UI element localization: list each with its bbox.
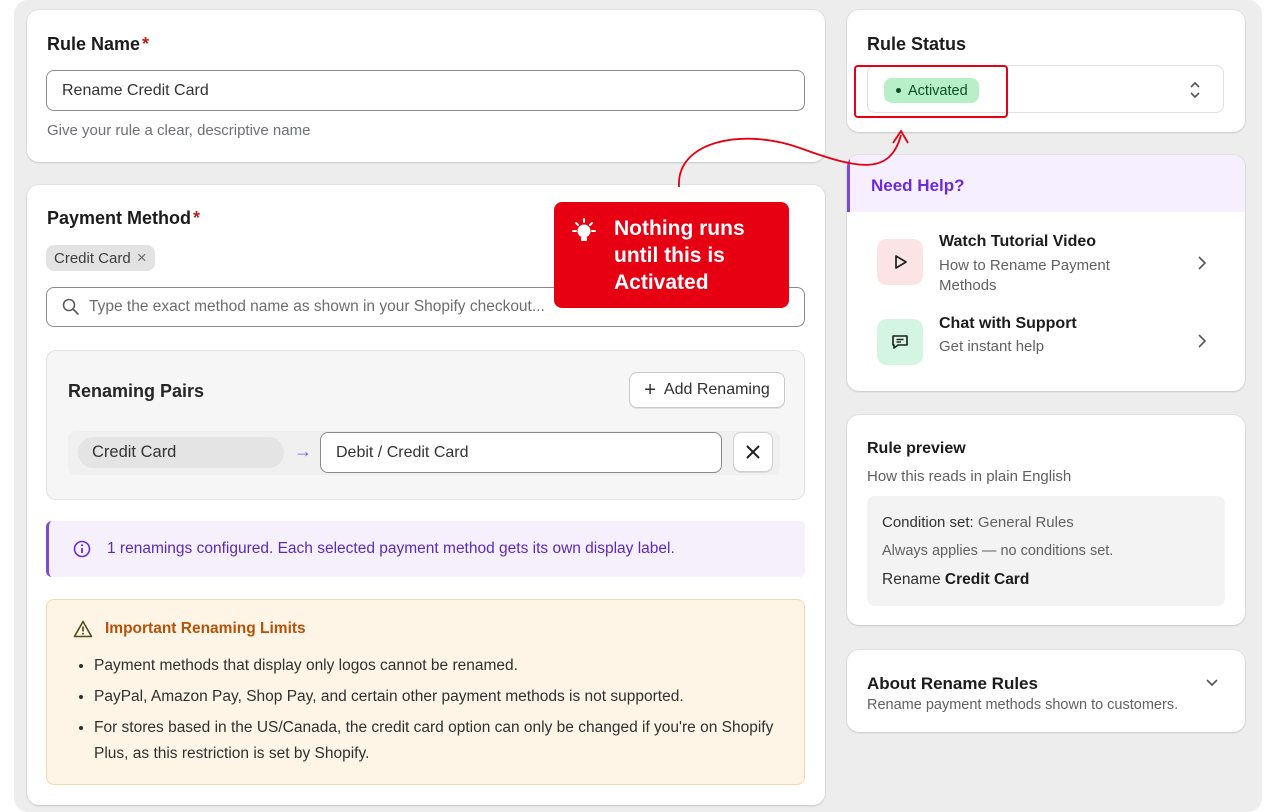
plus-icon: +	[644, 379, 656, 401]
lightbulb-icon	[572, 218, 596, 241]
need-help-card: Need Help? Watch Tutorial Video How to R…	[847, 155, 1245, 391]
preview-action-target: Credit Card	[944, 571, 1030, 588]
help-item-title: Chat with Support	[939, 315, 1077, 332]
info-banner-text: 1 renamings configured. Each selected pa…	[107, 540, 675, 557]
rule-name-hint: Give your rule a clear, descriptive name	[47, 122, 311, 139]
status-highlight-box	[854, 65, 1008, 118]
help-item-subtitle: How to Rename Payment Methods	[939, 257, 1110, 294]
chip-remove-icon[interactable]: ×	[137, 248, 147, 268]
preview-title: Rule preview	[867, 440, 966, 457]
pair-to-value: Debit / Credit Card	[336, 443, 469, 461]
rule-name-input[interactable]: Rename Credit Card	[46, 70, 805, 111]
preview-action: Rename Credit Card	[882, 571, 1029, 589]
chevron-right-icon	[1198, 256, 1207, 270]
help-icon-box	[877, 319, 923, 365]
about-title: About Rename Rules	[867, 674, 1038, 693]
info-banner: 1 renamings configured. Each selected pa…	[46, 521, 805, 577]
renaming-pairs-panel: Renaming Pairs + Add Renaming Credit Car…	[46, 350, 805, 500]
play-icon	[895, 255, 907, 269]
help-item-title: Watch Tutorial Video	[939, 233, 1097, 250]
help-item-chat[interactable]: Chat with Support Get instant help	[877, 315, 1217, 365]
chip-label: Credit Card	[54, 249, 131, 267]
limits-item: For stores based in the US/Canada, the c…	[94, 715, 776, 767]
remove-pair-button[interactable]	[733, 432, 773, 472]
pair-from-label: Credit Card	[92, 443, 177, 461]
limits-list: Payment methods that display only logos …	[76, 653, 776, 767]
preview-condition: Condition set: General Rules	[882, 514, 1074, 531]
pair-to-input[interactable]: Debit / Credit Card	[320, 432, 722, 473]
close-icon	[746, 445, 760, 459]
rule-preview-card: Rule preview How this reads in plain Eng…	[847, 415, 1245, 625]
rule-name-card: Rule Name * Rename Credit Card Give your …	[27, 10, 825, 162]
callout-text: Nothing runs until this is Activated	[614, 217, 745, 294]
chevron-down-icon	[1206, 679, 1218, 687]
search-placeholder: Type the exact method name as shown in y…	[89, 298, 545, 315]
limits-title: Important Renaming Limits	[105, 620, 306, 637]
add-renaming-button[interactable]: + Add Renaming	[629, 372, 785, 408]
help-item-tutorial[interactable]: Watch Tutorial Video How to Rename Payme…	[877, 233, 1217, 296]
rule-status-label: Rule Status	[867, 34, 967, 54]
help-icon-box	[877, 239, 923, 285]
add-renaming-label: Add Renaming	[663, 381, 770, 398]
rule-name-label: Rule Name *	[47, 34, 150, 54]
payment-method-label: Payment Method *	[47, 208, 201, 228]
limits-item: PayPal, Amazon Pay, Shop Pay, and certai…	[94, 684, 776, 710]
renaming-limits-box: Important Renaming Limits Payment method…	[46, 599, 805, 785]
need-help-title: Need Help?	[871, 176, 965, 195]
select-chevron-icon	[1190, 81, 1200, 99]
help-item-subtitle: Get instant help	[939, 338, 1045, 355]
preview-box: Condition set: General Rules Always appl…	[867, 496, 1225, 606]
preview-subtitle: How this reads in plain English	[867, 468, 1072, 485]
need-help-header: Need Help?	[847, 155, 1245, 212]
preview-condition-label: Condition set:	[882, 514, 974, 531]
limits-header: Important Renaming Limits	[73, 620, 306, 638]
preview-condition-value: General Rules	[977, 514, 1074, 531]
arrow-right-icon: →	[294, 441, 312, 461]
warning-icon	[73, 620, 93, 638]
about-subtitle: Rename payment methods shown to customer…	[867, 697, 1179, 713]
preview-action-prefix: Rename	[882, 571, 941, 588]
rule-name-value: Rename Credit Card	[62, 81, 209, 99]
search-icon	[61, 297, 81, 317]
about-rename-rules-card[interactable]: About Rename Rules Rename payment method…	[847, 650, 1245, 732]
info-icon	[73, 540, 91, 558]
chevron-right-icon	[1198, 334, 1207, 348]
annotation-callout: Nothing runs until this is Activated	[554, 202, 789, 308]
selected-method-chip: Credit Card ×	[46, 245, 155, 271]
preview-applies: Always applies — no conditions set.	[882, 543, 1114, 559]
pair-from-chip: Credit Card	[78, 437, 284, 468]
chat-icon	[892, 335, 908, 349]
renaming-pairs-title: Renaming Pairs	[68, 381, 205, 401]
limits-item: Payment methods that display only logos …	[94, 653, 776, 679]
renaming-pair-row: Credit Card → Debit / Credit Card	[68, 431, 780, 475]
